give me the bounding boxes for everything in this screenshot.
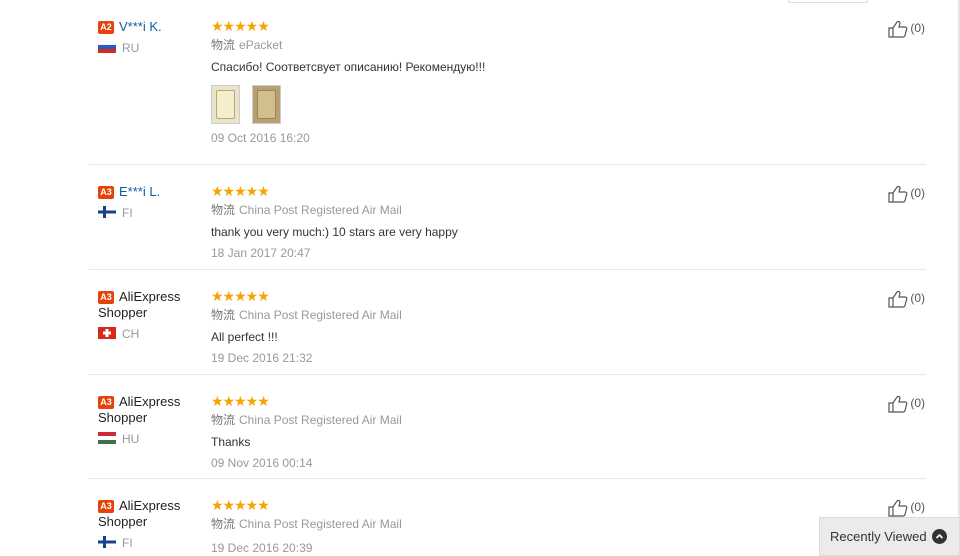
- logistics-label: 物流: [211, 38, 236, 52]
- reviewer-country: RU: [122, 41, 140, 55]
- helpful-button[interactable]: (0): [888, 395, 925, 413]
- logistics-label: 物流: [211, 517, 236, 531]
- thumbs-up-icon: [888, 499, 908, 517]
- buyer-level-badge: A3: [98, 186, 114, 199]
- review-date: 09 Oct 2016 16:20: [211, 131, 310, 145]
- review-text: Thanks: [211, 435, 251, 449]
- logistics-label: 物流: [211, 308, 236, 322]
- helpful-button[interactable]: (0): [888, 20, 925, 38]
- review-date: 18 Jan 2017 20:47: [211, 246, 311, 260]
- review-photos: [211, 85, 831, 124]
- thumbs-up-icon: [888, 20, 908, 38]
- buyer-level-badge: A3: [98, 500, 114, 513]
- rating-stars: ★★★★★: [211, 393, 270, 409]
- logistics-info: 物流 ePacket: [211, 38, 831, 53]
- reviewer-country: FI: [122, 206, 133, 220]
- review-item: A3 E***i L. FI ★★★★★ 物流 China Post Registe…: [89, 165, 926, 270]
- reviewer-info: A3 AliExpress Shopper CH: [98, 289, 198, 341]
- helpful-button[interactable]: (0): [888, 499, 925, 517]
- helpful-count: (0): [910, 291, 925, 306]
- chevron-up-icon: [932, 529, 947, 544]
- reviewer-info: A3 E***i L. FI: [98, 184, 198, 220]
- reviewer-info: A2 V***i K. RU: [98, 19, 198, 55]
- logistics-info: 物流 China Post Registered Air Mail: [211, 308, 831, 323]
- review-date: 19 Dec 2016 21:32: [211, 351, 313, 365]
- buyer-level-badge: A3: [98, 396, 114, 409]
- recently-viewed-label: Recently Viewed: [830, 529, 927, 544]
- rating-stars: ★★★★★: [211, 288, 270, 304]
- flag-hu-icon: [98, 432, 116, 444]
- logistics-label: 物流: [211, 203, 236, 217]
- thumbs-up-icon: [888, 290, 908, 308]
- helpful-count: (0): [910, 186, 925, 201]
- flag-fi-icon: [98, 536, 116, 548]
- thumbs-up-icon: [888, 185, 908, 203]
- reviewer-country: HU: [122, 432, 140, 446]
- review-date: 09 Nov 2016 00:14: [211, 456, 313, 470]
- logistics-method: China Post Registered Air Mail: [239, 413, 402, 427]
- logistics-method: China Post Registered Air Mail: [239, 203, 402, 217]
- reviewer-info: A3 AliExpress Shopper FI: [98, 498, 198, 550]
- rating-stars: ★★★★★: [211, 497, 270, 513]
- rating-stars: ★★★★★: [211, 183, 270, 199]
- logistics-info: 物流 China Post Registered Air Mail: [211, 203, 831, 218]
- logistics-label: 物流: [211, 413, 236, 427]
- buyer-level-badge: A3: [98, 291, 114, 304]
- logistics-method: China Post Registered Air Mail: [239, 308, 402, 322]
- reviewer-name[interactable]: E***i L.: [119, 184, 160, 199]
- review-photo-thumbnail[interactable]: [211, 85, 240, 124]
- helpful-count: (0): [910, 500, 925, 515]
- feedback-list: A2 V***i K. RU ★★★★★ 物流 ePacket Спасибо! С…: [89, 0, 926, 556]
- reviewer-info: A3 AliExpress Shopper HU: [98, 394, 198, 446]
- flag-ru-icon: [98, 41, 116, 53]
- reviewer-country: CH: [122, 327, 140, 341]
- buyer-level-badge: A2: [98, 21, 114, 34]
- thumbs-up-icon: [888, 395, 908, 413]
- logistics-info: 物流 China Post Registered Air Mail: [211, 517, 831, 532]
- logistics-method: China Post Registered Air Mail: [239, 517, 402, 531]
- review-date: 19 Dec 2016 20:39: [211, 541, 313, 555]
- helpful-count: (0): [910, 21, 925, 36]
- logistics-method: ePacket: [239, 38, 283, 52]
- review-item: A3 AliExpress Shopper CH ★★★★★ 物流 China Po…: [89, 270, 926, 375]
- logistics-info: 物流 China Post Registered Air Mail: [211, 413, 831, 428]
- review-text: Спасибо! Соответсвует описанию! Рекоменд…: [211, 60, 486, 74]
- flag-fi-icon: [98, 206, 116, 218]
- review-photo-thumbnail[interactable]: [252, 85, 281, 124]
- helpful-button[interactable]: (0): [888, 290, 925, 308]
- flag-ch-icon: [98, 327, 116, 339]
- recently-viewed-button[interactable]: Recently Viewed: [819, 517, 960, 556]
- review-text: thank you very much:) 10 stars are very …: [211, 225, 458, 239]
- rating-stars: ★★★★★: [211, 18, 270, 34]
- review-text: All perfect !!!: [211, 330, 278, 344]
- review-item: A3 AliExpress Shopper FI ★★★★★ 物流 China Po…: [89, 479, 926, 556]
- helpful-count: (0): [910, 396, 925, 411]
- helpful-button[interactable]: (0): [888, 185, 925, 203]
- review-item: A2 V***i K. RU ★★★★★ 物流 ePacket Спасибо! С…: [89, 0, 926, 165]
- reviewer-country: FI: [122, 536, 133, 550]
- review-item: A3 AliExpress Shopper HU ★★★★★ 物流 China Po…: [89, 375, 926, 479]
- reviewer-name[interactable]: V***i K.: [119, 19, 162, 34]
